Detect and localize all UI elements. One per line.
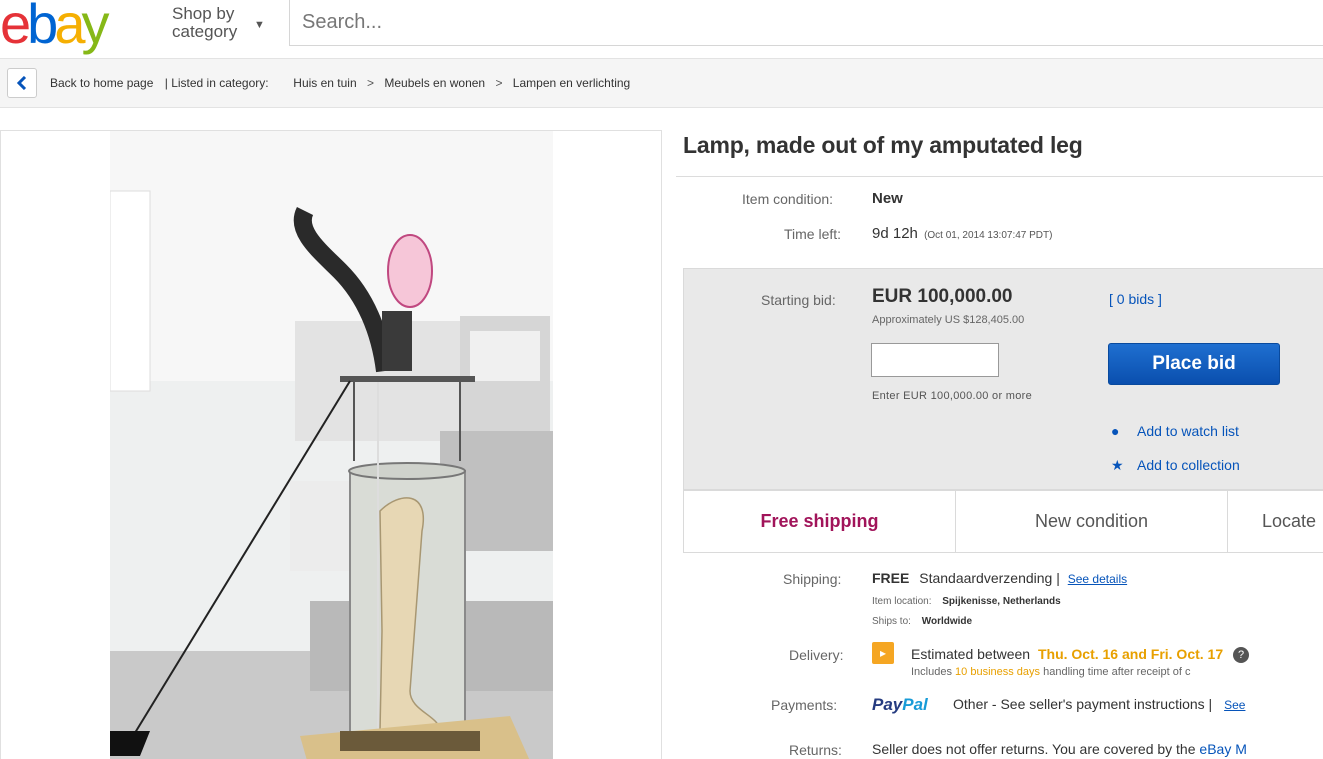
search-box[interactable] <box>289 0 1323 46</box>
payments-label: Payments: <box>771 697 838 713</box>
ships-to-value: Worldwide <box>921 616 973 627</box>
time-left-end-date: (Oct 01, 2014 13:07:47 PDT) <box>924 230 1053 241</box>
breadcrumb-item-meubels-en-wonen[interactable]: Meubels en wonen <box>384 76 485 90</box>
payment-instructions: Other - See seller's payment instruction… <box>953 696 1245 712</box>
logo-letter: y <box>81 0 109 55</box>
item-title: Lamp, made out of my amputated leg <box>683 132 1083 158</box>
listed-in-label: | Listed in category: <box>164 76 269 90</box>
shop-by-label: Shop by <box>172 4 235 23</box>
see-shipping-details-link[interactable]: See details <box>1068 572 1127 586</box>
handling-time: Includes 10 business days handling time … <box>911 666 1190 678</box>
feature-highlights: Free shipping New condition Locate <box>683 490 1323 553</box>
approx-usd-amount: Approximately US $128,405.00 <box>872 314 1025 326</box>
ships-to: Ships to: Worldwide <box>872 616 972 627</box>
shipping-label: Shipping: <box>783 571 842 587</box>
free-shipping-badge: Free shipping <box>684 491 956 552</box>
returns-policy: Seller does not offer returns. You are c… <box>872 741 1247 757</box>
back-button[interactable] <box>7 68 37 98</box>
breadcrumb: Back to home page | Listed in category: … <box>50 76 630 90</box>
returns-label: Returns: <box>789 742 842 758</box>
header: ebay Shop by category ▼ <box>0 0 1323 58</box>
time-left-duration: 9d 12h <box>872 225 918 242</box>
place-bid-button[interactable]: Place bid <box>1108 343 1280 385</box>
other-payment-text: Other - See seller's payment instruction… <box>953 696 1213 712</box>
breadcrumb-item-huis-en-tuin[interactable]: Huis en tuin <box>293 76 356 90</box>
item-location: Item location: Spijkenisse, Netherlands <box>872 596 1061 607</box>
shipping-method: Standaardverzending | <box>919 570 1060 586</box>
paypal-logo: PayPal <box>872 695 928 715</box>
ebay-money-back-link[interactable]: eBay M <box>1199 741 1246 757</box>
ships-to-label: Ships to: <box>872 616 911 627</box>
caret-down-icon: ▼ <box>254 19 265 31</box>
bid-hint: Enter EUR 100,000.00 or more <box>872 390 1033 402</box>
paypal-pay: Pay <box>872 695 903 714</box>
handling-text: handling time after receipt of c <box>1043 666 1191 678</box>
breadcrumb-separator: > <box>495 76 503 90</box>
category-label: category <box>172 22 238 41</box>
collection-label: Add to collection <box>1137 457 1240 473</box>
logo-letter: a <box>54 0 85 55</box>
bid-input[interactable] <box>872 344 998 376</box>
item-image-panel <box>0 130 662 759</box>
bid-amount-field[interactable] <box>871 343 999 377</box>
time-left-label: Time left: <box>784 226 842 242</box>
eye-icon: ● <box>1111 423 1120 439</box>
logo-letter: e <box>0 0 31 55</box>
item-photo[interactable] <box>110 131 553 759</box>
help-icon[interactable]: ? <box>1233 647 1250 664</box>
delivery-label: Delivery: <box>789 647 844 663</box>
item-location-value: Spijkenisse, Netherlands <box>942 596 1061 607</box>
returns-text: Seller does not offer returns. You are c… <box>872 741 1196 757</box>
business-days: 10 business days <box>955 666 1041 678</box>
item-condition-value: New <box>872 190 903 207</box>
starting-bid-label: Starting bid: <box>761 292 836 308</box>
starting-bid-amount: EUR 100,000.00 <box>872 286 1013 307</box>
add-to-watch-list-link[interactable]: ● Add to watch list <box>1111 423 1239 439</box>
breadcrumb-item-lampen-en-verlichting[interactable]: Lampen en verlichting <box>513 76 630 90</box>
delivery-dates: Thu. Oct. 16 and Fri. Oct. 17 <box>1037 646 1224 662</box>
see-payment-link[interactable]: See <box>1224 698 1245 712</box>
logo-letter: b <box>27 0 58 55</box>
item-condition-label: Item condition: <box>742 191 834 207</box>
breadcrumb-separator: > <box>367 76 375 90</box>
estimated-between-label: Estimated between <box>911 646 1031 662</box>
delivery-truck-icon: ▸ <box>872 642 894 664</box>
star-icon: ★ <box>1111 457 1124 473</box>
lamp-photo-image <box>110 131 553 759</box>
breadcrumb-bar: Back to home page | Listed in category: … <box>0 58 1323 108</box>
item-location-label: Item location: <box>872 596 932 607</box>
watch-list-label: Add to watch list <box>1137 423 1239 439</box>
shipping-value: FREE Standaardverzending | See details <box>872 570 1127 586</box>
shipping-free: FREE <box>872 570 910 586</box>
ebay-logo[interactable]: ebay <box>0 0 109 55</box>
chevron-left-icon <box>16 76 27 90</box>
divider <box>676 176 1323 177</box>
bid-count-link[interactable]: [ 0 bids ] <box>1109 291 1162 307</box>
paypal-pal: Pal <box>902 695 928 714</box>
includes-label: Includes <box>911 666 952 678</box>
shop-by-category-button[interactable]: Shop by category ▼ <box>172 4 265 41</box>
back-to-home-link[interactable]: Back to home page <box>50 76 153 90</box>
new-condition-badge: New condition <box>956 491 1228 552</box>
add-to-collection-link[interactable]: ★ Add to collection <box>1111 457 1240 474</box>
located-badge: Locate <box>1262 511 1317 531</box>
search-input[interactable] <box>290 0 1323 45</box>
delivery-estimate: Estimated between Thu. Oct. 16 and Fri. … <box>911 646 1250 664</box>
time-left-value: 9d 12h (Oct 01, 2014 13:07:47 PDT) <box>872 225 1052 242</box>
